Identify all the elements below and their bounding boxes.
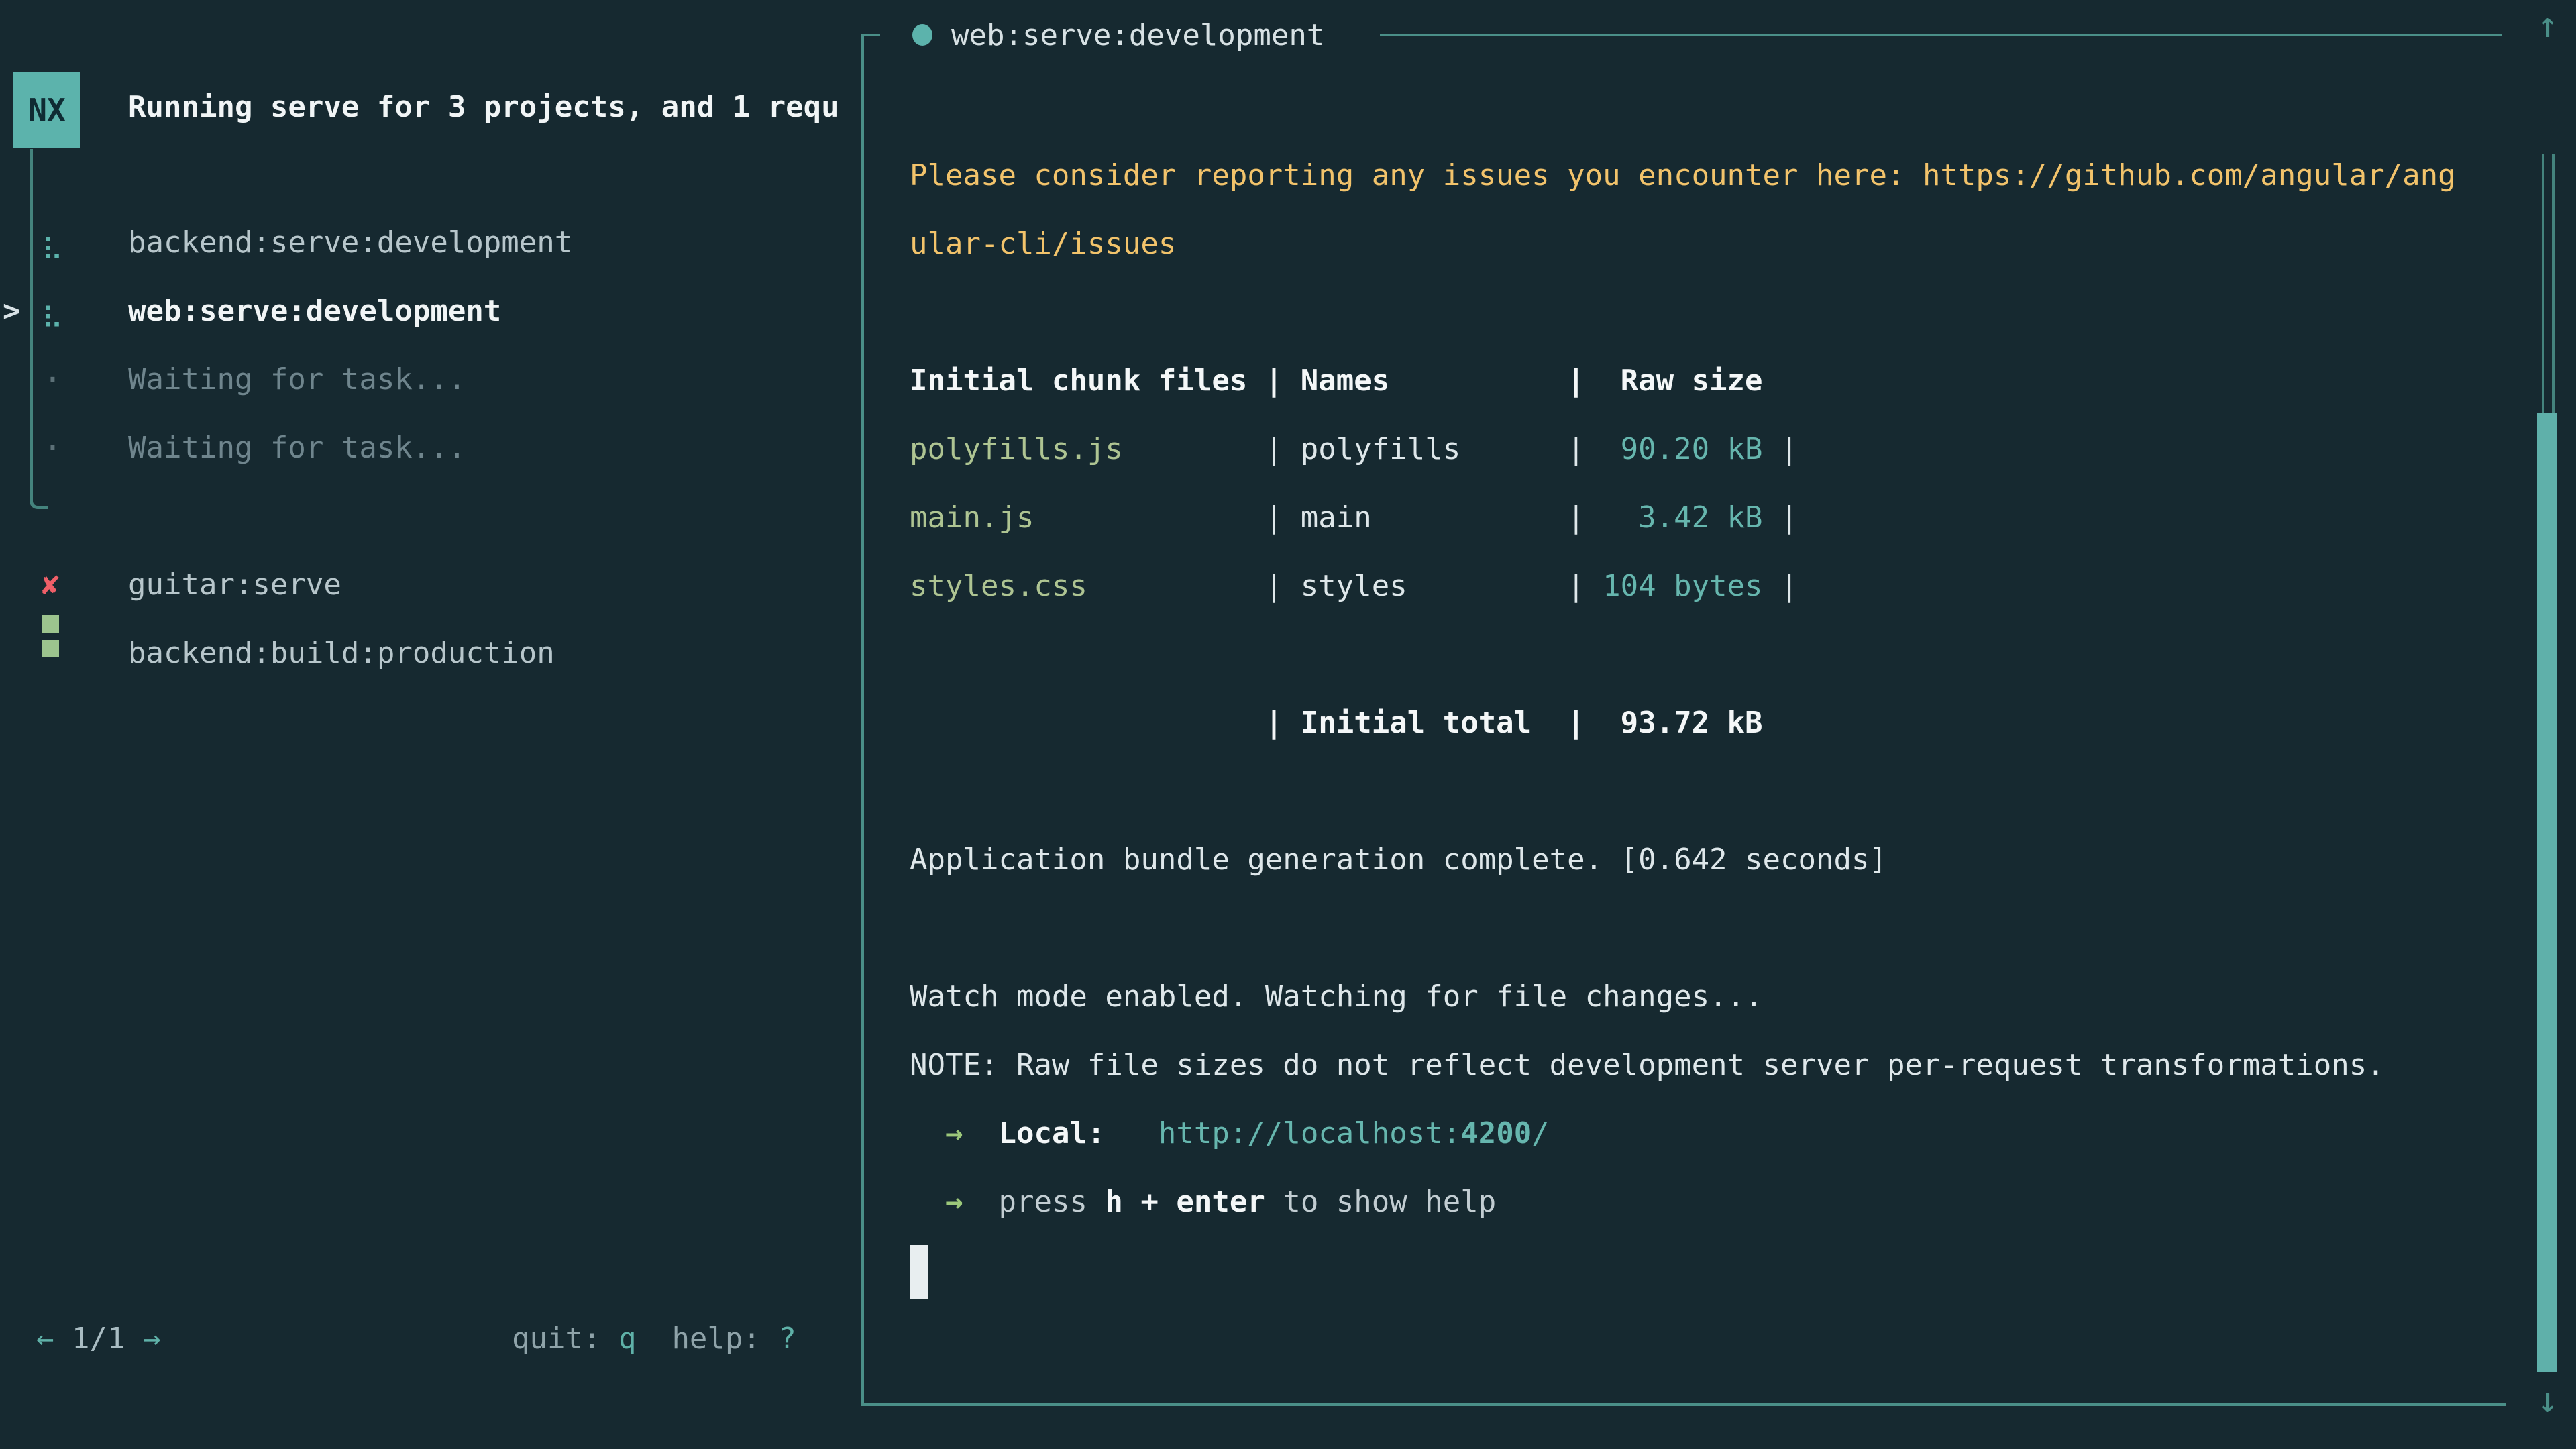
terminal-text — [910, 1116, 945, 1150]
terminal-text: Application bundle generation complete. … — [910, 843, 1887, 877]
sidebar-task-web-serve-development[interactable]: > ⣆ web:serve:development — [0, 277, 859, 345]
sidebar-task-backend-serve-development[interactable]: ⣆ backend:serve:development — [0, 209, 859, 277]
terminal-text: main.js — [910, 500, 1034, 535]
help-label: help: — [672, 1322, 778, 1356]
page-indicator: 1/1 — [54, 1322, 143, 1356]
terminal-line-13: Watch mode enabled. Watching for file ch… — [910, 963, 2493, 1031]
terminal-line-14: NOTE: Raw file sizes do not reflect deve… — [910, 1031, 2493, 1099]
terminal-text — [1105, 1116, 1158, 1150]
terminal-text — [963, 1185, 998, 1219]
dot-icon: · — [43, 414, 97, 482]
localhost-url-port[interactable]: 4200 — [1460, 1116, 1532, 1150]
scroll-up-icon[interactable]: ↑ — [2528, 5, 2568, 46]
spinner-icon: ⣆ — [42, 209, 95, 277]
terminal-text: to show help — [1265, 1185, 1496, 1219]
terminal-line-6: main.js | main | 3.42 kB | — [910, 484, 2493, 552]
terminal-text: 3.42 kB — [1638, 500, 1762, 535]
terminal-text: Please consider reporting any issues you… — [910, 158, 2456, 193]
terminal-text: polyfills.js — [910, 432, 1123, 466]
terminal-line-2: ular-cli/issues — [910, 210, 2493, 278]
terminal-text: NOTE: Raw file sizes do not reflect deve… — [910, 1048, 2385, 1082]
terminal-line-7: styles.css | styles | 104 bytes | — [910, 552, 2493, 621]
sidebar-task-waiting-task-2[interactable]: · Waiting for task... — [0, 414, 859, 482]
task-label: Waiting for task... — [128, 345, 466, 414]
terminal-output: Please consider reporting any issues you… — [910, 142, 2493, 1305]
help-key: ? — [778, 1322, 796, 1356]
cross-icon: ✘ — [42, 551, 95, 619]
terminal-text[interactable]: / — [1532, 1116, 1550, 1150]
terminal-line-10 — [910, 757, 2493, 826]
terminal-text: Initial chunk files | Names | Raw size — [910, 364, 1763, 398]
terminal-line-9: | Initial total | 93.72 kB — [910, 689, 2493, 757]
terminal-line-3 — [910, 278, 2493, 347]
terminal-text: 104 bytes — [1603, 569, 1762, 603]
shortcut-hints: quit: q help: ? — [512, 1305, 796, 1373]
terminal-line-5: polyfills.js | polyfills | 90.20 kB | — [910, 415, 2493, 484]
terminal-cursor — [910, 1245, 928, 1299]
terminal-line-4: Initial chunk files | Names | Raw size — [910, 347, 2493, 415]
scrollbar-thumb[interactable] — [2537, 413, 2557, 1372]
square-icon — [42, 615, 59, 633]
panel-header: web:serve:development — [912, 5, 1324, 64]
sidebar-task-guitar-serve[interactable]: ✘ guitar:serve — [0, 551, 859, 619]
terminal-text: → — [945, 1185, 963, 1219]
task-label: guitar:serve — [128, 551, 341, 619]
terminal-text: press — [998, 1185, 1105, 1219]
terminal-text: Local: — [998, 1116, 1105, 1150]
page-next-arrow[interactable]: → — [143, 1322, 161, 1356]
terminal-text: | — [1763, 500, 1799, 535]
dot-icon: · — [43, 345, 97, 414]
terminal-text: h + enter — [1105, 1185, 1265, 1219]
terminal-text: → — [945, 1116, 963, 1150]
terminal-line-15: → Local: http://localhost:4200/ — [910, 1099, 2493, 1168]
quit-key: q — [619, 1322, 637, 1356]
pagination: ← 1/1 → — [36, 1305, 160, 1373]
terminal-text: ular-cli/issues — [910, 227, 1176, 261]
terminal-text: | polyfills | — [1123, 432, 1621, 466]
panel-border-left — [861, 34, 864, 1406]
task-label: backend:build:production — [128, 619, 555, 688]
panel-border-bottom — [861, 1403, 2506, 1406]
panel-border-top-stub — [861, 34, 880, 36]
sidebar-task-waiting-task-1[interactable]: · Waiting for task... — [0, 345, 859, 414]
terminal-line-16: → press h + enter to show help — [910, 1168, 2493, 1236]
terminal-text: | Initial total | 93.72 kB — [910, 706, 1763, 740]
terminal-text: | main | — [1034, 500, 1638, 535]
terminal-text — [910, 1185, 945, 1219]
terminal-text: | — [1763, 569, 1799, 603]
selected-task-chevron-icon: > — [3, 277, 21, 345]
scrollbar-track[interactable] — [2542, 154, 2555, 413]
terminal-text: styles.css — [910, 569, 1087, 603]
terminal-line-12 — [910, 894, 2493, 963]
spinner-icon: ⣆ — [42, 277, 95, 345]
terminal-text: | styles | — [1087, 569, 1603, 603]
terminal-text: Watch mode enabled. Watching for file ch… — [910, 979, 1763, 1014]
terminal-text: | — [1763, 432, 1799, 466]
page-title: Running serve for 3 projects, and 1 requ — [128, 73, 858, 142]
terminal-line-11: Application bundle generation complete. … — [910, 826, 2493, 894]
task-label: web:serve:development — [128, 277, 501, 345]
terminal-line-1: Please consider reporting any issues you… — [910, 142, 2493, 210]
page-prev-arrow[interactable]: ← — [36, 1322, 54, 1356]
terminal-line-8 — [910, 621, 2493, 689]
scroll-down-icon[interactable]: ↓ — [2528, 1381, 2568, 1421]
task-label: Waiting for task... — [128, 414, 466, 482]
terminal-text: 90.20 kB — [1621, 432, 1763, 466]
nx-logo: NX — [13, 72, 80, 148]
terminal-line-17 — [910, 1236, 2493, 1305]
quit-label: quit: — [512, 1322, 619, 1356]
panel-title: web:serve:development — [951, 18, 1324, 52]
sidebar-task-backend-build-production[interactable]: backend:build:production — [0, 619, 859, 688]
task-label: backend:serve:development — [128, 209, 572, 277]
running-status-dot-icon — [912, 24, 932, 46]
shortcut-separator — [636, 1322, 672, 1356]
panel-border-top — [1380, 34, 2502, 36]
localhost-url-link[interactable]: http://localhost: — [1159, 1116, 1460, 1150]
terminal-text — [963, 1116, 998, 1150]
